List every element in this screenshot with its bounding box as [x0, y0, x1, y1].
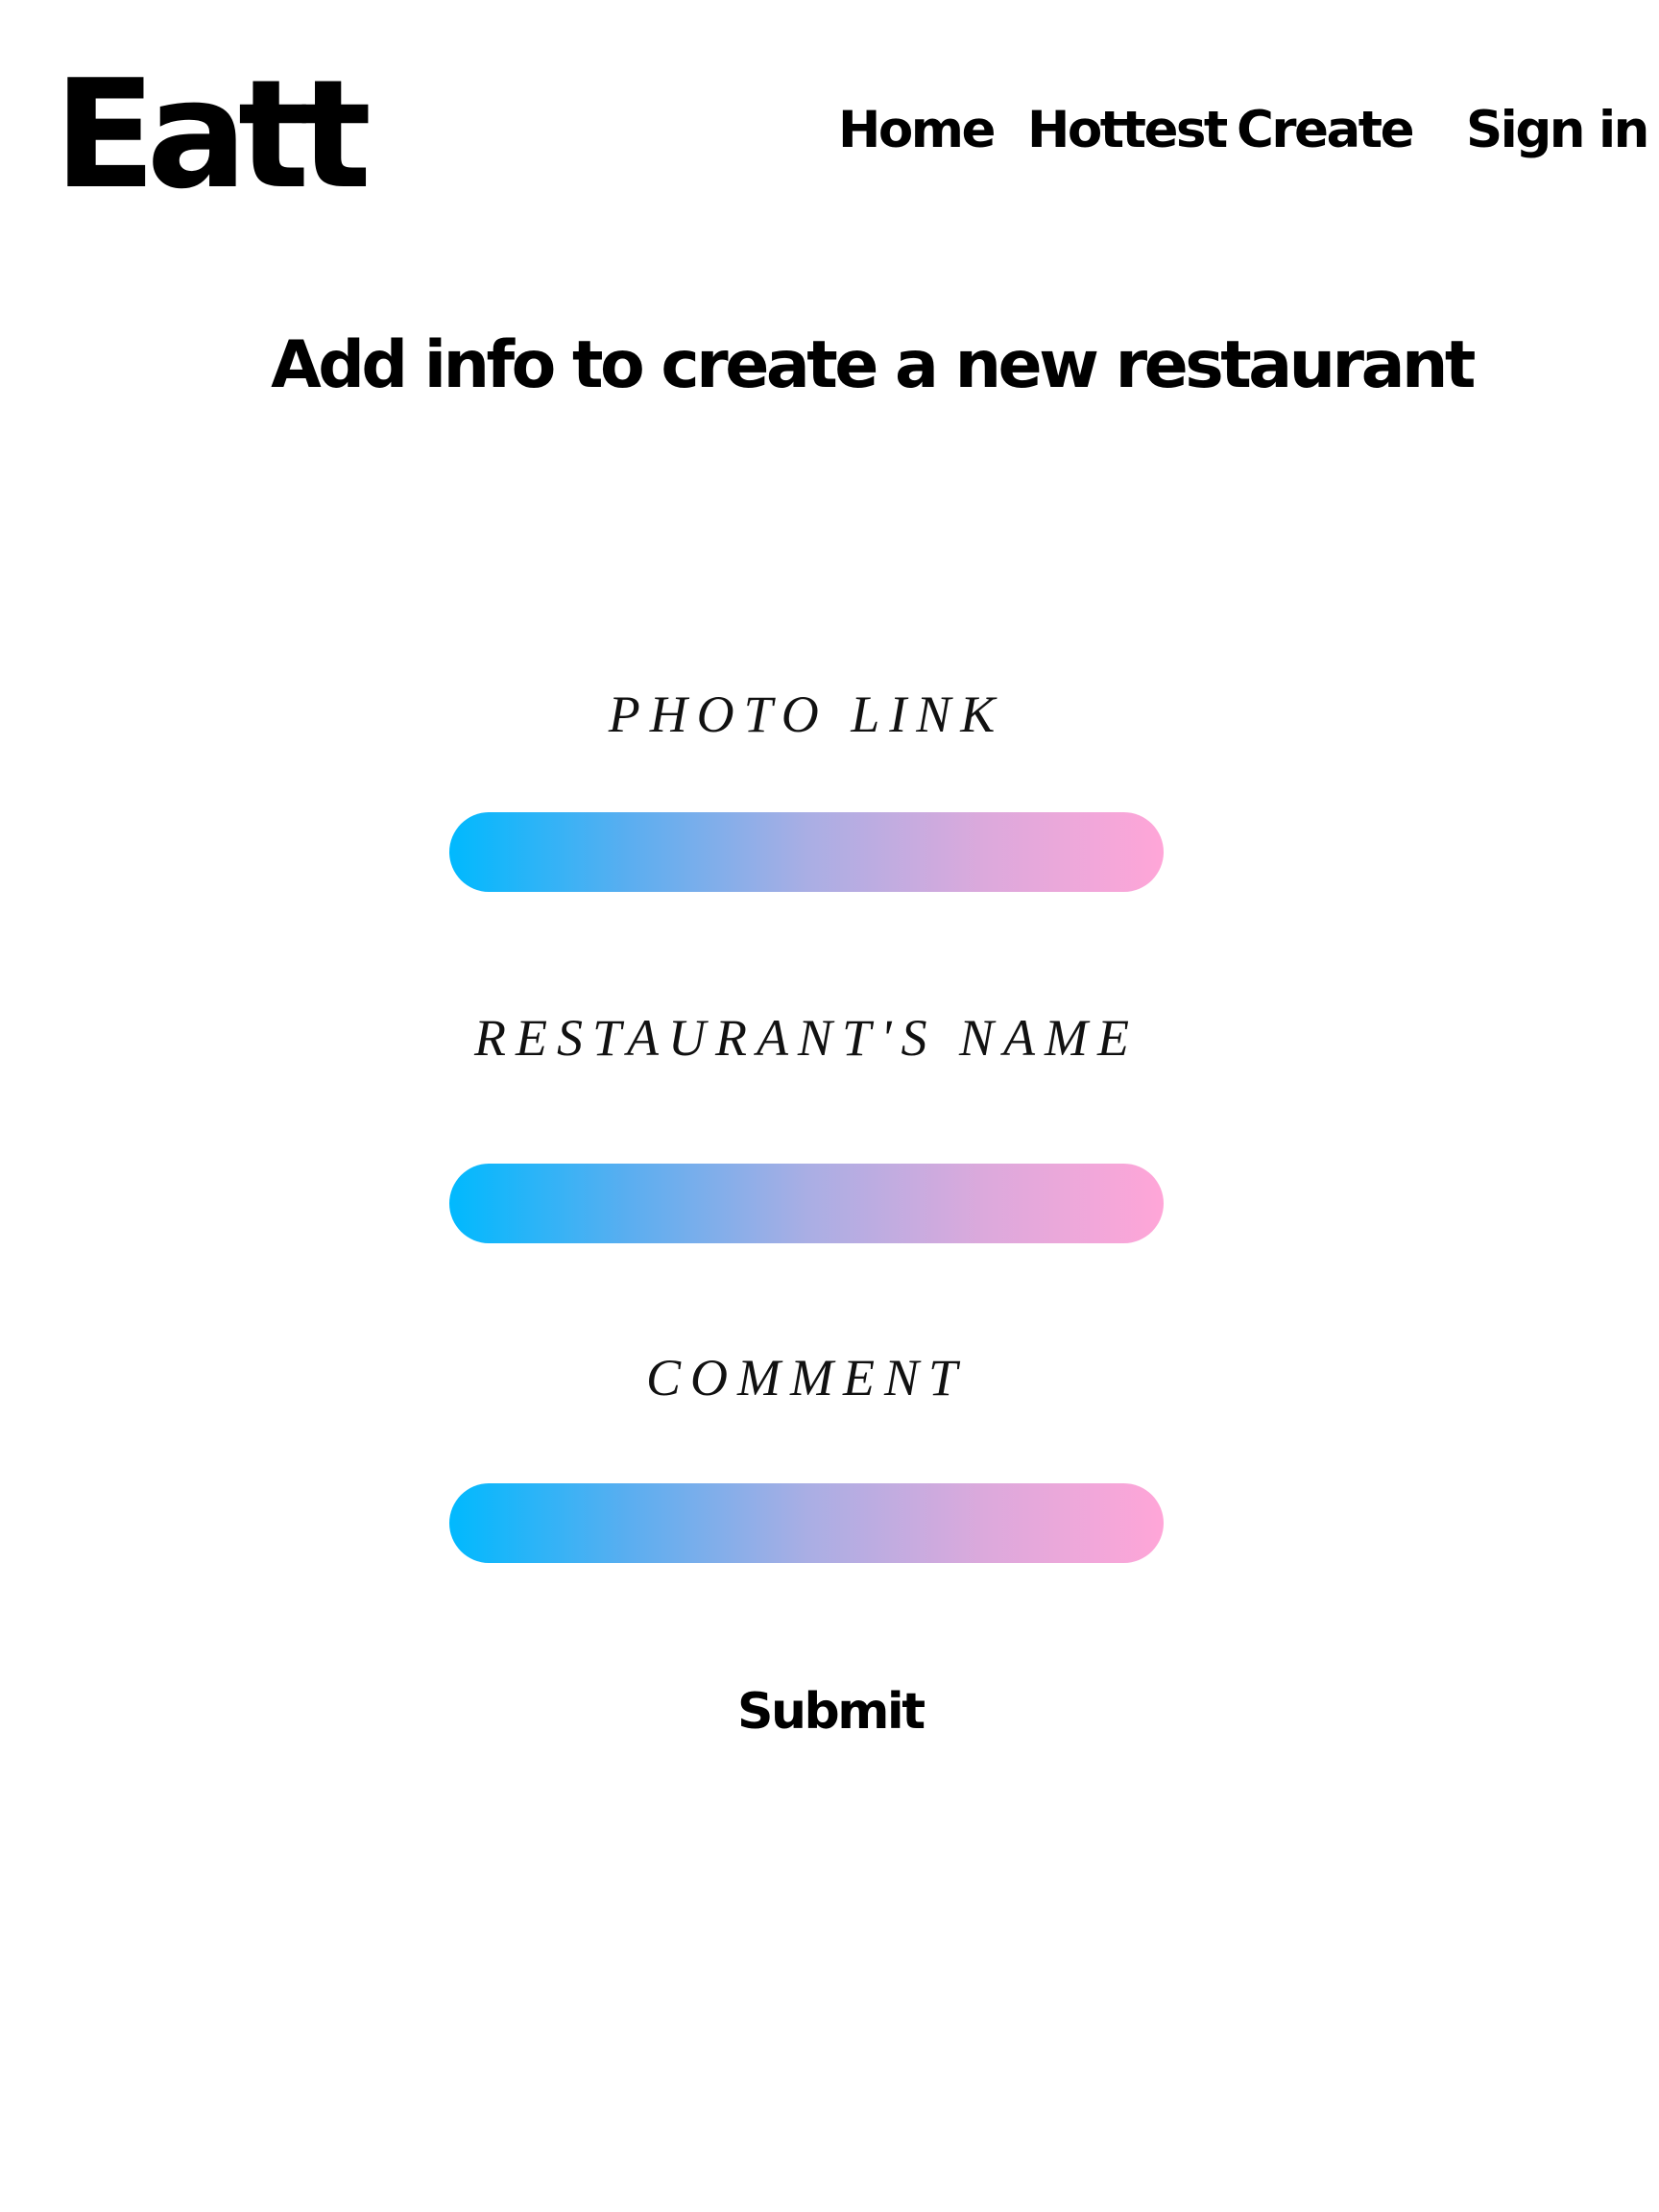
main-nav: Home Hottest Create Sign in [0, 100, 1659, 161]
restaurant-name-label: RESTAURANT'S NAME [473, 1009, 1140, 1067]
photo-link-input[interactable] [449, 812, 1164, 892]
nav-hottest-link[interactable]: Hottest [1027, 100, 1228, 161]
nav-create-link[interactable]: Create [1237, 100, 1415, 161]
page-title: Add info to create a new restaurant [271, 327, 1476, 403]
nav-sign-in-link[interactable]: Sign in [1466, 100, 1649, 161]
nav-home-link[interactable]: Home [838, 100, 996, 161]
comment-label: COMMENT [645, 1349, 967, 1407]
restaurant-name-input[interactable] [449, 1164, 1164, 1243]
comment-input[interactable] [449, 1483, 1164, 1563]
submit-button[interactable]: Submit [737, 1678, 926, 1745]
photo-link-label: PHOTO LINK [608, 685, 1005, 743]
